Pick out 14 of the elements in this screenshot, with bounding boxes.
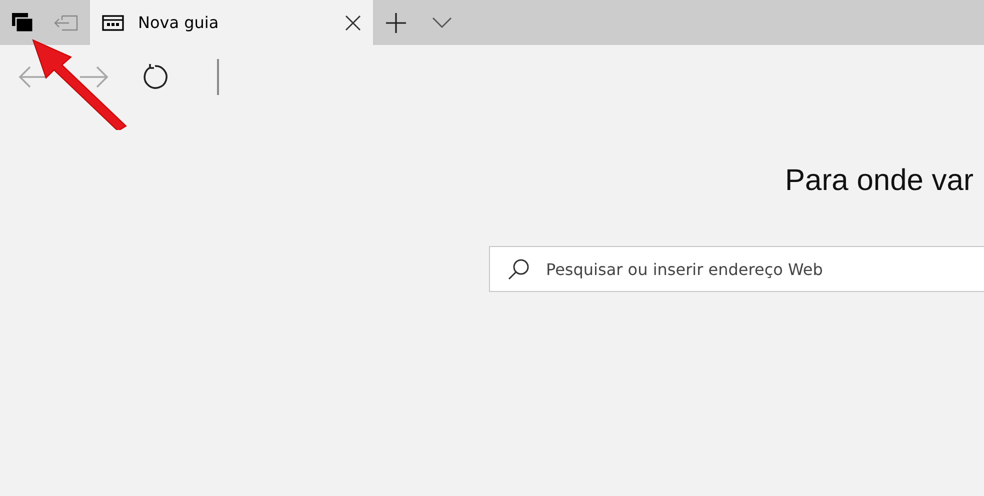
tab-title: Nova guia <box>138 13 220 32</box>
plus-icon <box>385 12 407 34</box>
refresh-icon <box>141 63 169 91</box>
page-heading: Para onde var <box>785 163 974 199</box>
close-icon[interactable] <box>345 14 361 30</box>
forward-arrow-icon <box>79 66 109 88</box>
tab-page-icon <box>102 14 124 30</box>
search-bar[interactable]: Pesquisar ou inserir endereço Web <box>489 246 984 292</box>
tab-preview-icon[interactable] <box>12 12 34 32</box>
chevron-down-icon <box>432 16 452 28</box>
search-icon <box>508 258 530 280</box>
browser-tab[interactable]: Nova guia <box>90 0 373 45</box>
back-arrow-icon <box>18 66 48 88</box>
search-input[interactable]: Pesquisar ou inserir endereço Web <box>544 258 984 280</box>
